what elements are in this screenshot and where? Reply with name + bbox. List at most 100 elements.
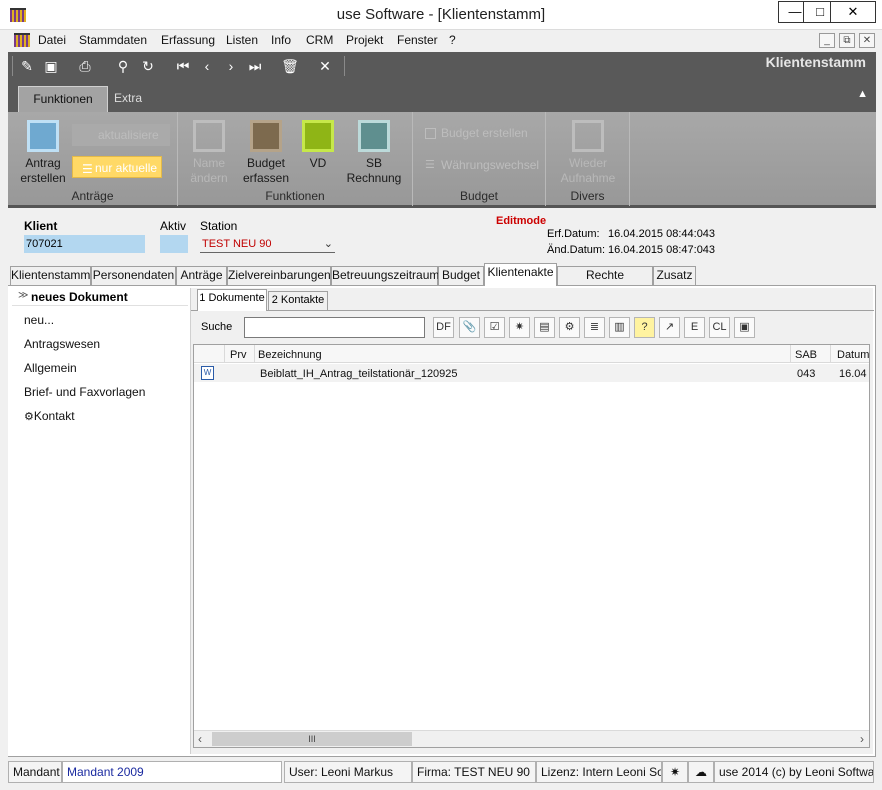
neues-dokument-header[interactable]: ≫ neues Dokument (12, 288, 188, 306)
contacts-button-icon[interactable]: ⚙ (559, 317, 580, 338)
column-sab[interactable]: SAB (795, 349, 817, 361)
menu-listen[interactable]: Listen (226, 33, 258, 47)
chevron-down-icon[interactable]: ⌄ (324, 235, 333, 253)
tab-rechte-gewaehren[interactable]: Rechte gewähren (557, 266, 653, 299)
network-icon[interactable]: ☁ (688, 761, 714, 783)
menu-erfassung[interactable]: Erfassung (161, 33, 215, 47)
scroll-thumb[interactable]: III (212, 732, 412, 746)
collapse-ribbon-icon[interactable]: ▲ (857, 88, 868, 100)
search-label: Suche (201, 321, 233, 333)
attachment-icon[interactable]: 📎 (459, 317, 480, 338)
last-record-icon[interactable]: ⏭ (246, 57, 264, 75)
next-record-icon[interactable]: › (222, 57, 240, 75)
mdi-minimize-button[interactable]: _ (819, 33, 835, 48)
aktiv-field[interactable] (160, 235, 188, 253)
ribbon-tab-extra[interactable]: Extra (108, 86, 148, 112)
group-budget: Budget erstellen Währungswechsel ☰ Budge… (413, 112, 546, 206)
app-menu-icon[interactable] (14, 33, 30, 47)
status-bar: Mandant Mandant 2009 User: Leoni Markus … (8, 760, 876, 784)
tab-klientenakte[interactable]: Klientenakte (484, 263, 557, 286)
subtab-line (191, 310, 874, 311)
column-bezeichnung[interactable]: Bezeichnung (258, 349, 322, 361)
tab-betreuungszeitraum[interactable]: Betreuungszeitraum (331, 266, 439, 285)
kontakt-link[interactable]: ⚙Kontakt (24, 409, 75, 423)
tab-personendaten[interactable]: Personendaten (91, 266, 176, 285)
antragswesen-link[interactable]: Antragswesen (24, 337, 100, 351)
bar-chart-icon[interactable]: ▥ (609, 317, 630, 338)
search-input[interactable] (244, 317, 425, 338)
tab-klientenstamm[interactable]: Klientenstamm (10, 266, 91, 285)
checklist-icon[interactable]: ☑ (484, 317, 505, 338)
group-label-budget: Budget (459, 189, 499, 203)
ribbon-tab-funktionen[interactable]: Funktionen (18, 86, 108, 112)
menu-fenster[interactable]: Fenster (397, 33, 438, 47)
menu-projekt[interactable]: Projekt (346, 33, 383, 47)
tab-antraege[interactable]: Anträge (176, 266, 227, 285)
row-datum: 16.04 (839, 368, 867, 380)
column-datum[interactable]: Datum (837, 349, 869, 361)
wieder-aufnahme-icon (572, 120, 604, 152)
antrag-erstellen-button[interactable]: Antrag erstellen (16, 120, 70, 186)
menu-datei[interactable]: Datei (38, 33, 66, 47)
close-button[interactable]: ✕ (830, 1, 876, 23)
aktualisiere-button[interactable]: aktualisiere (72, 124, 170, 146)
mdi-restore-button[interactable]: ⧉ (839, 33, 855, 48)
name-aendern-button[interactable]: Name ändern (186, 120, 232, 186)
subtab-dokumente[interactable]: 1 Dokumente (197, 289, 267, 311)
save-icon[interactable]: ▣ (42, 57, 60, 75)
toolbar: ✎ ▣ ⎙ ⚲ ↻ ⏮ ‹ › ⏭ 🗑 ✕ (8, 52, 876, 80)
klient-field[interactable]: 707021 (24, 235, 145, 253)
budget-erstellen-button[interactable]: Budget erstellen (421, 122, 541, 144)
waehrungswechsel-button[interactable]: Währungswechsel (421, 154, 543, 176)
ribbon: Antrag erstellen aktualisiere nur aktuel… (8, 112, 876, 208)
print-icon[interactable]: ⎙ (76, 57, 94, 75)
help-icon[interactable]: ? (634, 317, 655, 338)
menu-stammdaten[interactable]: Stammdaten (79, 33, 147, 47)
budget-label-2: erfassen (242, 171, 290, 185)
allgemein-link[interactable]: Allgemein (24, 361, 77, 375)
column-separator (254, 345, 255, 363)
wieder-aufnahme-button[interactable]: Wieder Aufnahme (556, 120, 620, 186)
station-value: TEST NEU 90 (202, 238, 272, 250)
menu-help[interactable]: ? (449, 33, 456, 47)
new-item-icon[interactable]: ✷ (509, 317, 530, 338)
cancel-icon[interactable]: ✕ (316, 57, 334, 75)
brief-faxvorlagen-link[interactable]: Brief- und Faxvorlagen (24, 385, 145, 399)
mdi-close-button[interactable]: ✕ (859, 33, 875, 48)
neu-link[interactable]: neu... (24, 313, 54, 327)
save-document-icon[interactable]: ▣ (734, 317, 755, 338)
cl-button[interactable]: CL (709, 317, 730, 338)
sb-rechnung-button[interactable]: SB Rechnung (344, 120, 404, 186)
horizontal-scrollbar[interactable]: ‹ III › (194, 730, 869, 747)
document-list-icon[interactable]: ≣ (584, 317, 605, 338)
scroll-left-icon[interactable]: ‹ (198, 732, 202, 746)
tab-zielvereinbarungen[interactable]: Zielvereinbarungen (227, 266, 331, 285)
menu-crm[interactable]: CRM (306, 33, 333, 47)
edit-icon[interactable]: ✎ (18, 57, 36, 75)
column-prv[interactable]: Prv (230, 349, 247, 361)
collapse-icon: ≫ (18, 290, 29, 301)
open-external-icon[interactable]: ↗ (659, 317, 680, 338)
previous-record-icon[interactable]: ‹ (198, 57, 216, 75)
copyright-status: use 2014 (c) by Leoni Softwa (714, 761, 874, 783)
search-icon[interactable]: ⚲ (114, 57, 132, 75)
chart-folder-icon[interactable]: ▤ (534, 317, 555, 338)
scroll-right-icon[interactable]: › (860, 732, 864, 746)
erf-datum-value: 16.04.2015 08:44:043 (608, 228, 716, 240)
first-record-icon[interactable]: ⏮ (174, 57, 192, 75)
tab-budget[interactable]: Budget (438, 266, 484, 285)
e-button[interactable]: E (684, 317, 705, 338)
budget-erfassen-button[interactable]: Budget erfassen (240, 120, 292, 186)
vd-button[interactable]: VD (300, 120, 336, 171)
subtab-kontakte[interactable]: 2 Kontakte (268, 291, 328, 310)
new-indicator-icon[interactable]: ✷ (662, 761, 688, 783)
delete-icon[interactable]: 🗑 (281, 57, 299, 75)
wieder-label-2: Aufnahme (560, 171, 616, 185)
tab-zusatz[interactable]: Zusatz (653, 266, 696, 285)
refresh-icon[interactable]: ↻ (139, 57, 157, 75)
station-select[interactable]: TEST NEU 90 ⌄ (200, 235, 335, 253)
df-button[interactable]: DF (433, 317, 454, 338)
document-icon (27, 120, 59, 152)
group-label-funktionen: Funktionen (265, 189, 325, 203)
menu-info[interactable]: Info (271, 33, 291, 47)
